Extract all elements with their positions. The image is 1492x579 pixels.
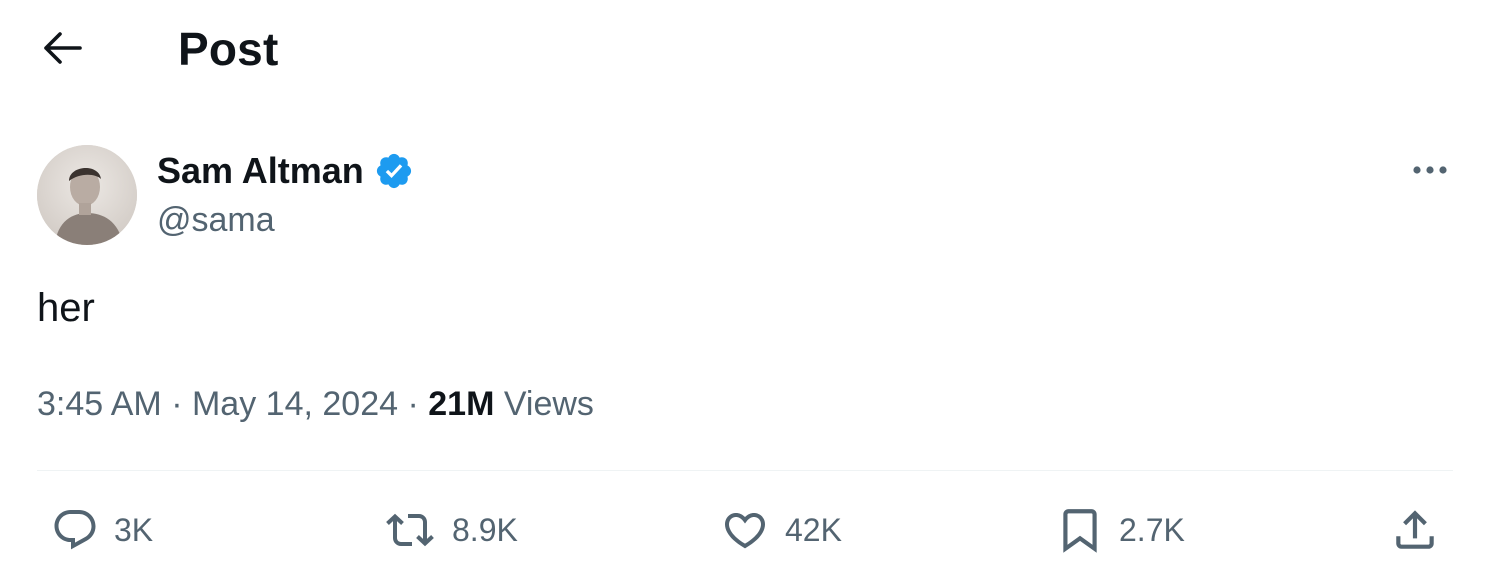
- back-button[interactable]: [40, 28, 84, 68]
- avatar-image: [37, 145, 137, 245]
- verified-badge-icon[interactable]: [374, 151, 414, 191]
- meta-separator: ·: [407, 385, 419, 423]
- repost-icon: [386, 513, 434, 547]
- divider: [37, 470, 1453, 471]
- more-dots-icon: [1413, 166, 1447, 174]
- header: Post: [0, 0, 1492, 100]
- share-icon: [1396, 510, 1434, 549]
- avatar[interactable]: [37, 145, 137, 245]
- author-name[interactable]: Sam Altman: [157, 150, 414, 192]
- arrow-left-icon: [44, 32, 82, 64]
- page-title: Post: [178, 23, 279, 75]
- tweet-date[interactable]: May 14, 2024: [192, 385, 398, 423]
- views-count[interactable]: 21M: [428, 385, 494, 423]
- reply-icon: [54, 510, 96, 550]
- more-options-button[interactable]: [1405, 150, 1455, 190]
- reply-count: 3K: [114, 511, 154, 548]
- repost-count: 8.9K: [452, 511, 518, 548]
- tweet-time[interactable]: 3:45 AM: [37, 385, 162, 423]
- author-name-text[interactable]: Sam Altman: [157, 150, 364, 192]
- meta-separator: ·: [171, 385, 183, 423]
- reply-button[interactable]: 3K: [50, 505, 153, 555]
- repost-button[interactable]: 8.9K: [382, 505, 518, 555]
- bookmark-count: 2.7K: [1119, 511, 1185, 548]
- bookmark-icon: [1063, 509, 1097, 553]
- heart-icon: [724, 513, 766, 549]
- share-button[interactable]: [1390, 505, 1440, 555]
- bookmark-button[interactable]: 2.7K: [1055, 505, 1185, 555]
- views-label: Views: [503, 385, 594, 423]
- tweet-meta: 3:45 AM · May 14, 2024 · 21M Views: [37, 385, 594, 424]
- tweet-text: her: [37, 286, 95, 330]
- like-button[interactable]: 42K: [719, 505, 842, 555]
- author-handle[interactable]: @sama: [157, 201, 275, 240]
- like-count: 42K: [785, 511, 842, 548]
